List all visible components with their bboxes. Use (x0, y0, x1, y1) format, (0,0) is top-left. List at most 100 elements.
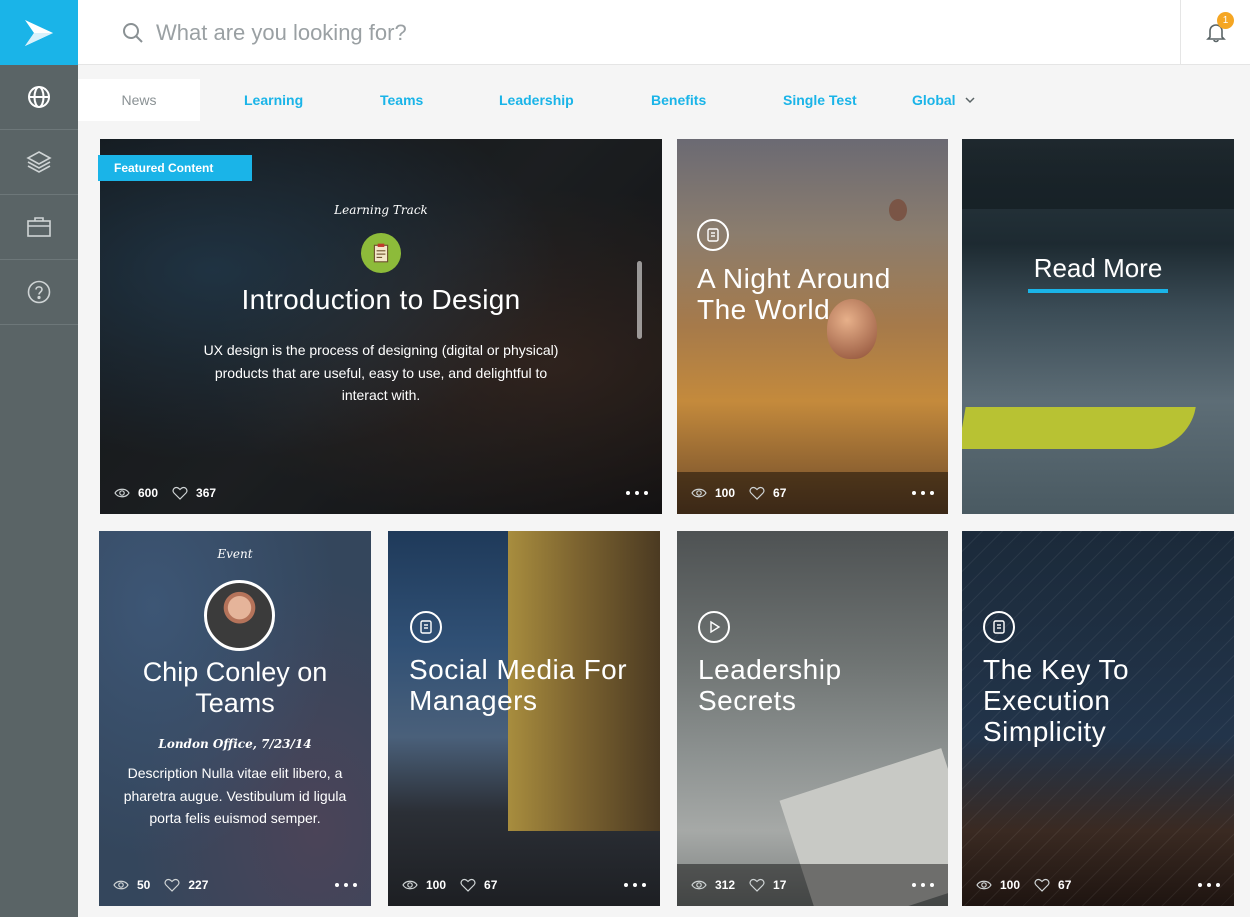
more-options-button[interactable] (624, 883, 646, 887)
tab-label: Learning (244, 92, 304, 108)
card-footer: 100 67 (388, 864, 660, 906)
likes-stat[interactable]: 227 (164, 877, 208, 893)
read-more-label[interactable]: Read More (962, 253, 1234, 284)
article-type-icon (410, 611, 442, 643)
tab-news[interactable]: News (78, 79, 200, 121)
notification-badge: 1 (1217, 12, 1234, 29)
views-count: 100 (715, 486, 736, 500)
document-icon (993, 620, 1005, 634)
sidebar-item-layers[interactable] (0, 130, 78, 195)
tree-line-image (962, 139, 1234, 209)
card-category: Learning Track (334, 203, 428, 217)
tab-single-test[interactable]: Single Test (783, 79, 857, 121)
logo-icon (25, 19, 53, 46)
tab-label: Global (912, 92, 956, 108)
layers-icon (26, 151, 52, 173)
chevron-down-icon (965, 97, 975, 104)
briefcase-icon (27, 217, 51, 237)
views-count: 100 (1000, 878, 1021, 892)
play-icon (710, 620, 721, 634)
top-header: 1 (78, 0, 1250, 65)
views-stat: 100 (402, 877, 446, 893)
more-options-button[interactable] (335, 883, 357, 887)
more-options-button[interactable] (1198, 883, 1220, 887)
featured-content-tag: Featured Content (98, 155, 252, 181)
card-leadership-secrets[interactable]: Leadership Secrets 312 17 (677, 531, 948, 906)
card-scrollbar[interactable] (637, 261, 642, 339)
views-count: 600 (138, 486, 159, 500)
card-footer: 600 367 (100, 472, 662, 514)
event-location-date: London Office, 7/23/14 (158, 737, 312, 751)
eye-icon (113, 880, 129, 890)
tab-teams[interactable]: Teams (380, 79, 423, 121)
likes-count: 67 (773, 486, 787, 500)
card-description: UX design is the process of designing (d… (203, 342, 559, 403)
eye-icon (691, 880, 707, 890)
help-icon (27, 280, 51, 304)
kayak-image (962, 407, 1196, 449)
notifications-button[interactable]: 1 (1180, 0, 1250, 64)
card-description: Description Nulla vitae elit libero, a p… (123, 765, 347, 826)
card-footer: 50 227 (99, 864, 371, 906)
views-stat: 50 (113, 877, 150, 893)
tab-label: Teams (380, 92, 424, 108)
eye-icon (114, 488, 130, 498)
card-featured-introduction-to-design[interactable]: Learning Track Introduction to Design UX… (100, 139, 662, 514)
more-options-button[interactable] (626, 491, 648, 495)
more-options-button[interactable] (912, 883, 934, 887)
views-count: 312 (715, 878, 736, 892)
card-title: Social Media For Managers (409, 654, 628, 716)
likes-count: 227 (188, 878, 209, 892)
sidebar-item-briefcase[interactable] (0, 195, 78, 260)
search-icon (123, 23, 143, 43)
likes-stat[interactable]: 17 (749, 877, 786, 893)
heart-icon (749, 878, 765, 892)
document-icon (420, 620, 432, 634)
tab-benefits[interactable]: Benefits (651, 79, 706, 121)
card-chip-conley-on-teams[interactable]: Event Chip Conley on Teams London Office… (99, 531, 371, 906)
more-options-button[interactable] (912, 491, 934, 495)
heart-icon (172, 486, 188, 500)
tab-label: Benefits (651, 92, 707, 108)
likes-count: 17 (773, 878, 787, 892)
card-title: Introduction to Design (241, 284, 521, 315)
tab-leadership[interactable]: Leadership (499, 79, 574, 121)
card-a-night-around-the-world[interactable]: A Night Around The World 100 67 (677, 139, 948, 514)
avatar (204, 580, 275, 651)
likes-stat[interactable]: 67 (460, 877, 497, 893)
views-stat: 100 (691, 485, 735, 501)
sidebar-item-help[interactable] (0, 260, 78, 325)
card-background-image (677, 139, 948, 514)
card-overlay (100, 139, 662, 514)
views-stat: 100 (976, 877, 1020, 893)
heart-icon (1034, 878, 1050, 892)
article-type-icon (983, 611, 1015, 643)
views-stat: 312 (691, 877, 735, 893)
search-input[interactable] (156, 20, 1056, 46)
eye-icon (976, 880, 992, 890)
category-tabs: News Learning Teams Leadership Benefits … (78, 65, 1250, 121)
sidebar-item-globe[interactable] (0, 65, 78, 130)
card-title: The Key To Execution Simplicity (983, 654, 1130, 747)
likes-stat[interactable]: 67 (749, 485, 786, 501)
card-read-more[interactable]: Read More (962, 139, 1234, 514)
tab-global-dropdown[interactable]: Global (912, 79, 976, 121)
views-count: 50 (137, 878, 151, 892)
card-footer: 100 67 (962, 864, 1234, 906)
heart-icon (749, 486, 765, 500)
card-social-media-for-managers[interactable]: Social Media For Managers 100 67 (388, 531, 660, 906)
likes-stat[interactable]: 367 (172, 485, 216, 501)
tab-label: Single Test (783, 92, 857, 108)
card-title: Leadership Secrets (698, 654, 842, 716)
card-title: A Night Around The World (697, 263, 891, 325)
likes-count: 367 (196, 486, 217, 500)
app-root: 1 News Learning Teams Leadership Benefit… (0, 0, 1250, 917)
tab-learning[interactable]: Learning (244, 79, 303, 121)
likes-stat[interactable]: 67 (1034, 877, 1071, 893)
tab-label: News (121, 92, 157, 108)
video-type-icon (698, 611, 730, 643)
app-logo[interactable] (0, 0, 78, 65)
card-footer: 312 17 (677, 864, 948, 906)
card-the-key-to-execution-simplicity[interactable]: The Key To Execution Simplicity 100 67 (962, 531, 1234, 906)
clipboard-icon (361, 233, 401, 273)
